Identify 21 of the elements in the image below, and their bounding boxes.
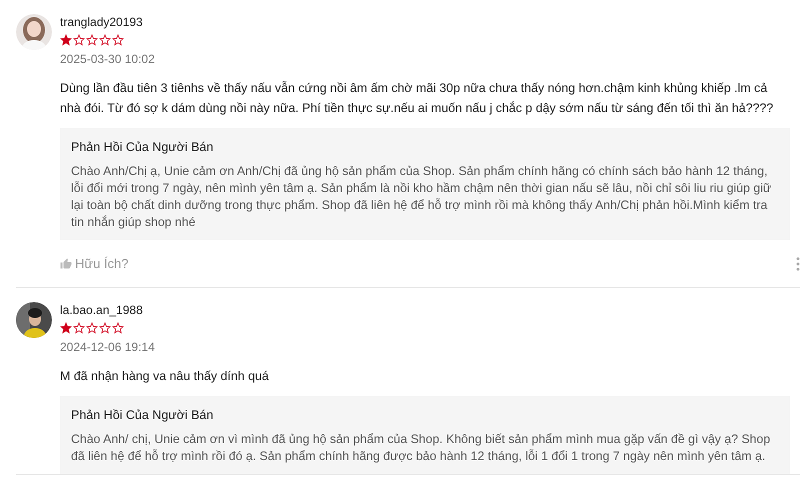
empty-star-icon [86, 322, 98, 334]
review-text: Dùng lần đầu tiên 3 tiênhs về thấy nấu vẫn cứng nồi âm ấm chờ mãi 30p nữa chưa thấy nóng hơn.chậm kinh khủng khiếp .lm cả nhà đói. Từ đó sợ k dám dùng nồi này nữa. Phí tiền thực sự.nếu ai muốn nấu j chắc p dậy sớm nấu từ sáng đến tối thì ăn hả???? [60, 80, 774, 117]
reply-title: Phản Hồi Của Người Bán [71, 407, 214, 423]
reply-text: Chào Anh/ chị, Unie cảm ơn vì mình đã ủng hộ sản phẩm của Shop. Không biết sản phẩm mình mua gặp vấn đề gì vậy ạ? Shop đã liên hệ để hỗ trợ mình rồi đó ạ. Sản phẩm chính hãng được bảo hành 12 tháng, lỗi 1 đổi 1 trong 7 ngày nên mình yên tâm ạ. [71, 431, 772, 465]
username: tranglady20193 [60, 15, 144, 29]
filled-star-icon [60, 34, 72, 46]
username: la.bao.an_1988 [60, 303, 144, 317]
reply-text: Chào Anh/Chị ạ, Unie cảm ơn Anh/Chị đã ủng hộ sản phẩm của Shop. Sản phẩm chính hãng có chính sách bảo hành 12 tháng, lỗi đổi mới trong 7 ngày, nên mình yên tâm ạ. Sản phẩm là nồi kho hầm chậm nên thời gian nấu sẽ lâu, nồi chỉ sôi liu riu giúp giữ lại toàn bộ chất dinh dưỡng trong thực phẩm. Shop đã liên hệ để hỗ trợ mình rồi mà không thấy Anh/Chị phản hồi.Mình kiểm tra tin nhắn giúp shop nhé [71, 163, 772, 231]
reply-title: Phản Hồi Của Người Bán [71, 139, 214, 155]
more-options-icon[interactable] [796, 256, 800, 270]
review-text: M đã nhận hàng va nâu thấy dính quá [60, 368, 270, 385]
empty-star-icon [112, 322, 124, 334]
review-date: 2024-12-06 19:14 [60, 340, 156, 354]
filled-star-icon [60, 322, 72, 334]
empty-star-icon [86, 34, 98, 46]
review-date: 2025-03-30 10:02 [60, 52, 156, 66]
thumbs-up-icon [60, 258, 72, 270]
empty-star-icon [99, 322, 111, 334]
empty-star-icon [99, 34, 111, 46]
helpful-button[interactable]: Hữu Ích? [60, 256, 129, 271]
empty-star-icon [112, 34, 124, 46]
